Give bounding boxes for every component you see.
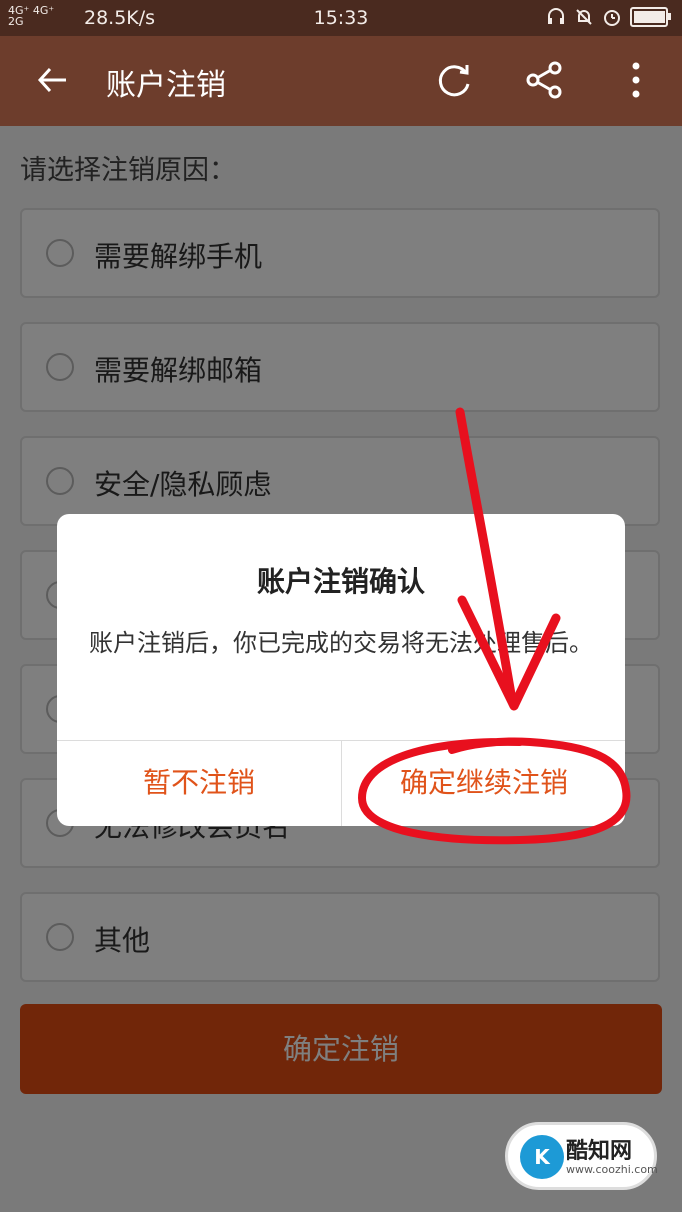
refresh-icon[interactable]: [430, 56, 478, 104]
watermark: K 酷知网 www.coozhi.com: [505, 1122, 658, 1190]
app-bar: 账户注销: [0, 36, 682, 126]
dialog-message: 账户注销后，你已完成的交易将无法处理售后。: [89, 629, 593, 657]
mute-bell-icon: [576, 9, 592, 25]
share-icon[interactable]: [521, 56, 569, 104]
more-vertical-icon[interactable]: [612, 56, 660, 104]
battery-fill: [634, 11, 665, 23]
dialog-title: 账户注销确认: [256, 565, 425, 598]
watermark-name: 酷知网: [566, 1139, 633, 1164]
battery-icon: [630, 7, 671, 27]
headset-icon: [548, 8, 564, 24]
arrow-left-icon[interactable]: [32, 56, 80, 104]
continue-cancel-button[interactable]: 确定继续注销: [342, 740, 625, 826]
page-title: 账户注销: [106, 68, 226, 103]
status-bar: 4G⁺ 4G⁺ 2G 28.5K/s 15:33: [0, 0, 682, 36]
watermark-url: www.coozhi.com: [566, 1163, 658, 1176]
confirm-dialog: 账户注销确认 账户注销后，你已完成的交易将无法处理售后。 暂不注销 确定继续注销: [57, 514, 625, 826]
alarm-icon: [604, 10, 620, 26]
status-icons: [546, 7, 671, 27]
cancel-button[interactable]: 暂不注销: [57, 740, 341, 826]
watermark-logo-icon: K: [520, 1135, 564, 1179]
